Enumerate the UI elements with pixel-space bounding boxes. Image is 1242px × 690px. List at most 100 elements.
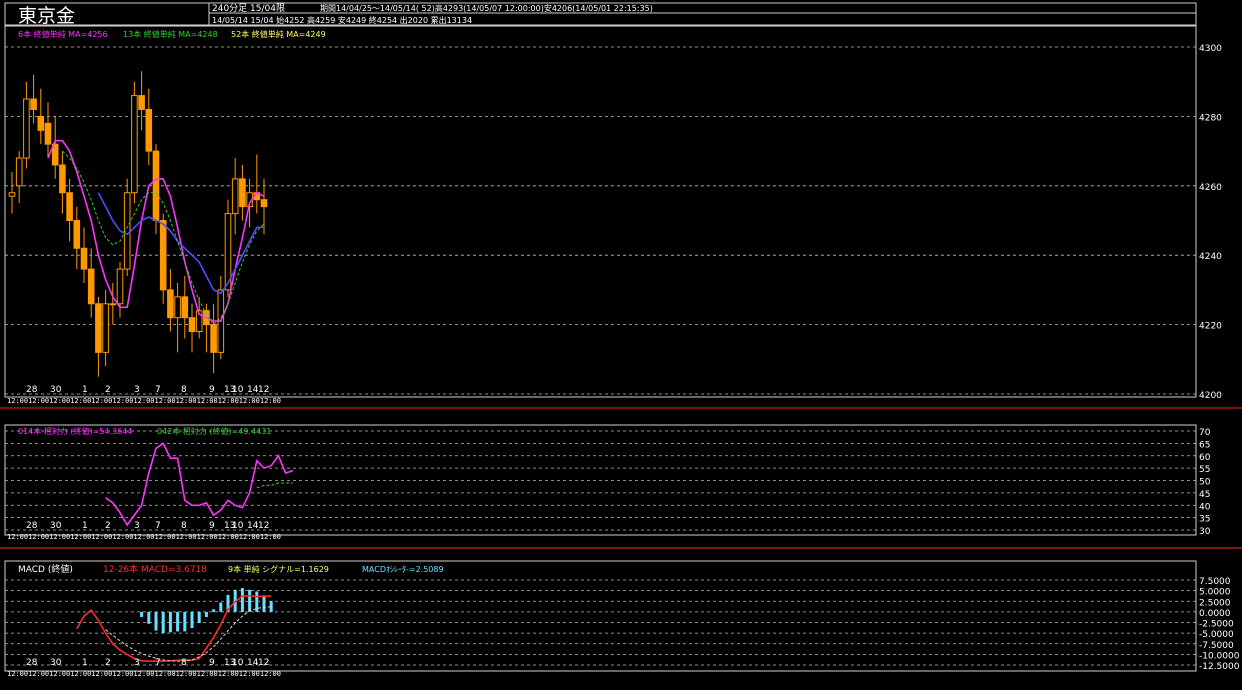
candle-body [260, 199, 268, 208]
candle-body [37, 115, 45, 131]
x-day-label: 1 [82, 658, 88, 668]
y-tick-label: 50 [1199, 478, 1211, 488]
price-panel-frame [4, 25, 1197, 398]
macd-legend: MACD (終値) 12-26本 MACD=3.6718 9本 単純 シグナル=… [18, 563, 444, 575]
oscillator-bar [190, 611, 194, 629]
candle-body [80, 247, 88, 270]
y-tick-label: 55 [1199, 465, 1210, 475]
candle-body [73, 220, 81, 249]
price-y-axis: 4300 4280 4260 4240 4220 4200 [1199, 44, 1222, 401]
y-tick-label: 70 [1199, 428, 1211, 438]
candle-body [131, 95, 138, 194]
last-bar-summary: 14/05/14 15/04 始4252 高4259 安4249 終4254 出… [212, 15, 472, 25]
oscillator-bar [240, 588, 244, 612]
candle-body [44, 122, 52, 145]
y-tick-label: 4200 [1199, 391, 1222, 401]
rsi-panel-frame [4, 424, 1197, 536]
period-summary: 期間14/04/25～14/05/14( 52)高4293(14/05/07 1… [320, 3, 653, 13]
y-tick-label: 4220 [1199, 322, 1222, 332]
oscillator-bar [140, 611, 144, 617]
y-tick-label: 60 [1199, 453, 1211, 463]
x-day-label: 12 [258, 385, 269, 395]
x-day-label: 13 [224, 658, 235, 668]
candle-body [188, 317, 196, 333]
legend-rsi42: 042本 相対力 (終値)=49.4431 [157, 426, 271, 436]
rsi-grid [5, 430, 1196, 531]
x-day-label: 7 [155, 385, 161, 395]
candle-body [8, 192, 16, 197]
y-tick-label: -2.5000 [1199, 620, 1234, 630]
price-grid [5, 46, 1196, 395]
x-time-row: 12:0012:0012:0012:0012:0012:0012:0012:00… [7, 670, 281, 678]
x-day-label: 8 [181, 521, 187, 531]
x-day-label: 30 [50, 521, 62, 531]
rsi-line [256, 482, 293, 489]
candle-body [116, 268, 124, 305]
candle-body [167, 289, 174, 319]
x-day-label: 8 [181, 385, 187, 395]
price-x-labels: 28 30 1 2 3 7 8 9 10 1213 1412:0012:0012:0012:0012… [7, 385, 281, 405]
legend-macd: 12-26本 MACD=3.6718 [103, 563, 207, 575]
candle-body [231, 178, 239, 215]
legend-ma52: 52本 終値単純 MA=4249 [231, 29, 326, 39]
x-day-label: 14 [247, 385, 259, 395]
x-day-label: 3 [134, 385, 140, 395]
x-day-label: 3 [134, 521, 140, 531]
x-day-label: 2 [105, 658, 111, 668]
x-day-label: 3 [134, 658, 140, 668]
oscillator-bar [183, 611, 187, 632]
candle-body [95, 303, 102, 353]
y-tick-label: -10.0000 [1199, 651, 1240, 661]
y-tick-label: 45 [1199, 490, 1210, 500]
candle-body [66, 192, 73, 222]
x-day-label: 30 [50, 658, 62, 668]
x-day-label: 12 [258, 658, 269, 668]
legend-signal: 9本 単純 シグナル=1.1629 [228, 564, 329, 574]
candle-body [15, 157, 23, 187]
y-tick-label: 65 [1199, 440, 1210, 450]
rsi-x-labels: 28 30 1 2 3 7 8 9 10 1213 1412:0012:0012:0012:0012… [7, 521, 281, 541]
macd-y-axis: 7.50005.00002.50000.0000-2.5000-5.0000-7… [1199, 577, 1240, 672]
candle-body [30, 98, 37, 110]
oscillator-bar [168, 611, 172, 633]
x-day-label: 9 [209, 385, 215, 395]
legend-macd-title: MACD (終値) [18, 563, 73, 575]
y-tick-label: 4280 [1199, 113, 1222, 123]
y-tick-label: 4260 [1199, 183, 1222, 193]
timeframe-label: 240分足 15/04限 [212, 3, 285, 14]
symbol-title: 東京金 [18, 5, 75, 27]
x-time-row: 12:0012:0012:0012:0012:0012:0012:0012:00… [7, 397, 281, 405]
oscillator-bar [248, 589, 252, 612]
legend-ma13: 13本 終値単純 MA=4248 [123, 29, 218, 39]
x-day-label: 2 [105, 385, 111, 395]
candle-body [109, 303, 117, 306]
oscillator-bar [154, 611, 158, 631]
candle-body [59, 164, 66, 194]
x-day-label: 30 [50, 385, 62, 395]
x-day-label: 1 [82, 385, 88, 395]
legend-osc: MACDｵｼﾚｰﾀ-=2.5089 [362, 565, 444, 574]
y-tick-label: 2.5000 [1199, 598, 1231, 608]
candle-body [152, 150, 160, 222]
x-day-label: 9 [209, 521, 215, 531]
trading-chart-svg: 東京金 240分足 15/04限 期間14/04/25～14/05/14( 52… [0, 2, 1242, 678]
y-tick-label: 30 [1199, 527, 1211, 537]
candle-body [239, 178, 246, 208]
candle-body [138, 95, 145, 110]
rsi-y-axis: 70 65 60 55 50 45 40 35 30 [1199, 428, 1211, 537]
oscillator-bar [197, 611, 201, 623]
x-day-label: 13 [224, 385, 235, 395]
x-day-label: 28 [26, 385, 38, 395]
candle-body [210, 324, 217, 353]
oscillator-bar [219, 602, 223, 612]
x-day-label: 1 [82, 521, 88, 531]
macd-oscillator-bars [140, 588, 273, 634]
oscillator-bar [147, 611, 151, 624]
oscillator-bar [204, 611, 208, 617]
oscillator-bar [262, 596, 266, 612]
x-day-label: 28 [26, 521, 38, 531]
x-day-label: 9 [209, 658, 215, 668]
candle-body [23, 98, 30, 159]
y-tick-label: 35 [1199, 515, 1210, 525]
price-legend: 6本 終値単純 MA=4256 13本 終値単純 MA=4248 52本 終値単… [18, 29, 326, 39]
